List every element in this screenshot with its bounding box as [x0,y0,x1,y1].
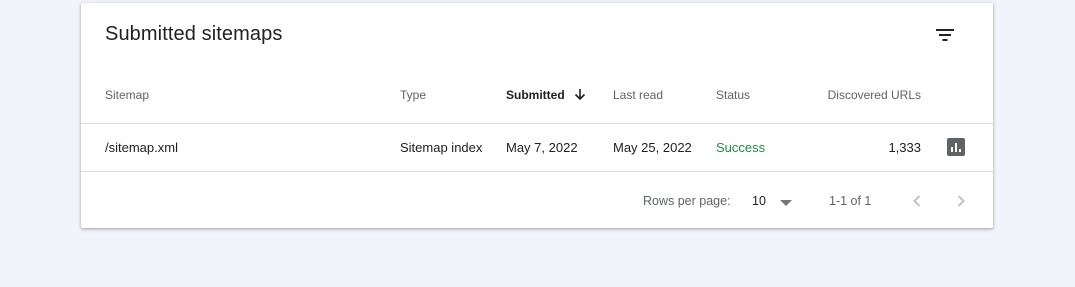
cell-status: Success [716,140,766,155]
rows-per-page-label: Rows per page: [643,194,731,208]
rows-per-page-select[interactable]: 10 [750,189,800,213]
card-title: Submitted sitemaps [105,23,283,45]
cell-last-read: May 25, 2022 [613,140,692,155]
cell-submitted: May 7, 2022 [506,140,578,155]
column-header-label: Last read [613,88,664,102]
previous-page-button[interactable] [904,188,930,214]
filter-button[interactable] [927,17,963,53]
column-header-type[interactable]: Type [400,88,426,102]
column-header-discovered-urls[interactable]: Discovered URLs [828,88,921,102]
column-header-last-read[interactable]: Last read [613,88,663,102]
column-header-label: Discovered URLs [827,88,921,102]
chevron-right-icon [957,195,965,207]
column-header-label: Type [400,88,427,102]
column-header-sitemap[interactable]: Sitemap [105,88,149,102]
row-divider [81,171,993,172]
column-header-label: Sitemap [105,88,150,102]
bar-chart-icon[interactable] [947,138,965,156]
cell-discovered-urls: 1,333 [888,140,921,155]
next-page-button[interactable] [948,188,974,214]
column-header-status[interactable]: Status [716,88,750,102]
header-divider [81,123,993,124]
chevron-left-icon [913,195,921,207]
column-header-label: Status [716,88,751,102]
pagination-range: 1-1 of 1 [829,194,872,208]
arrow-drop-down-icon [780,200,792,206]
column-header-label: Submitted [506,88,565,102]
cell-sitemap: /sitemap.xml [105,140,178,155]
filter-list-icon [936,29,954,41]
column-header-submitted[interactable]: Submitted [506,88,586,102]
submitted-sitemaps-card: Submitted sitemaps Sitemap Type Submitte… [81,3,993,228]
cell-type: Sitemap index [400,140,483,155]
arrow-downward-icon [574,88,586,100]
rows-per-page-value: 10 [752,194,766,208]
